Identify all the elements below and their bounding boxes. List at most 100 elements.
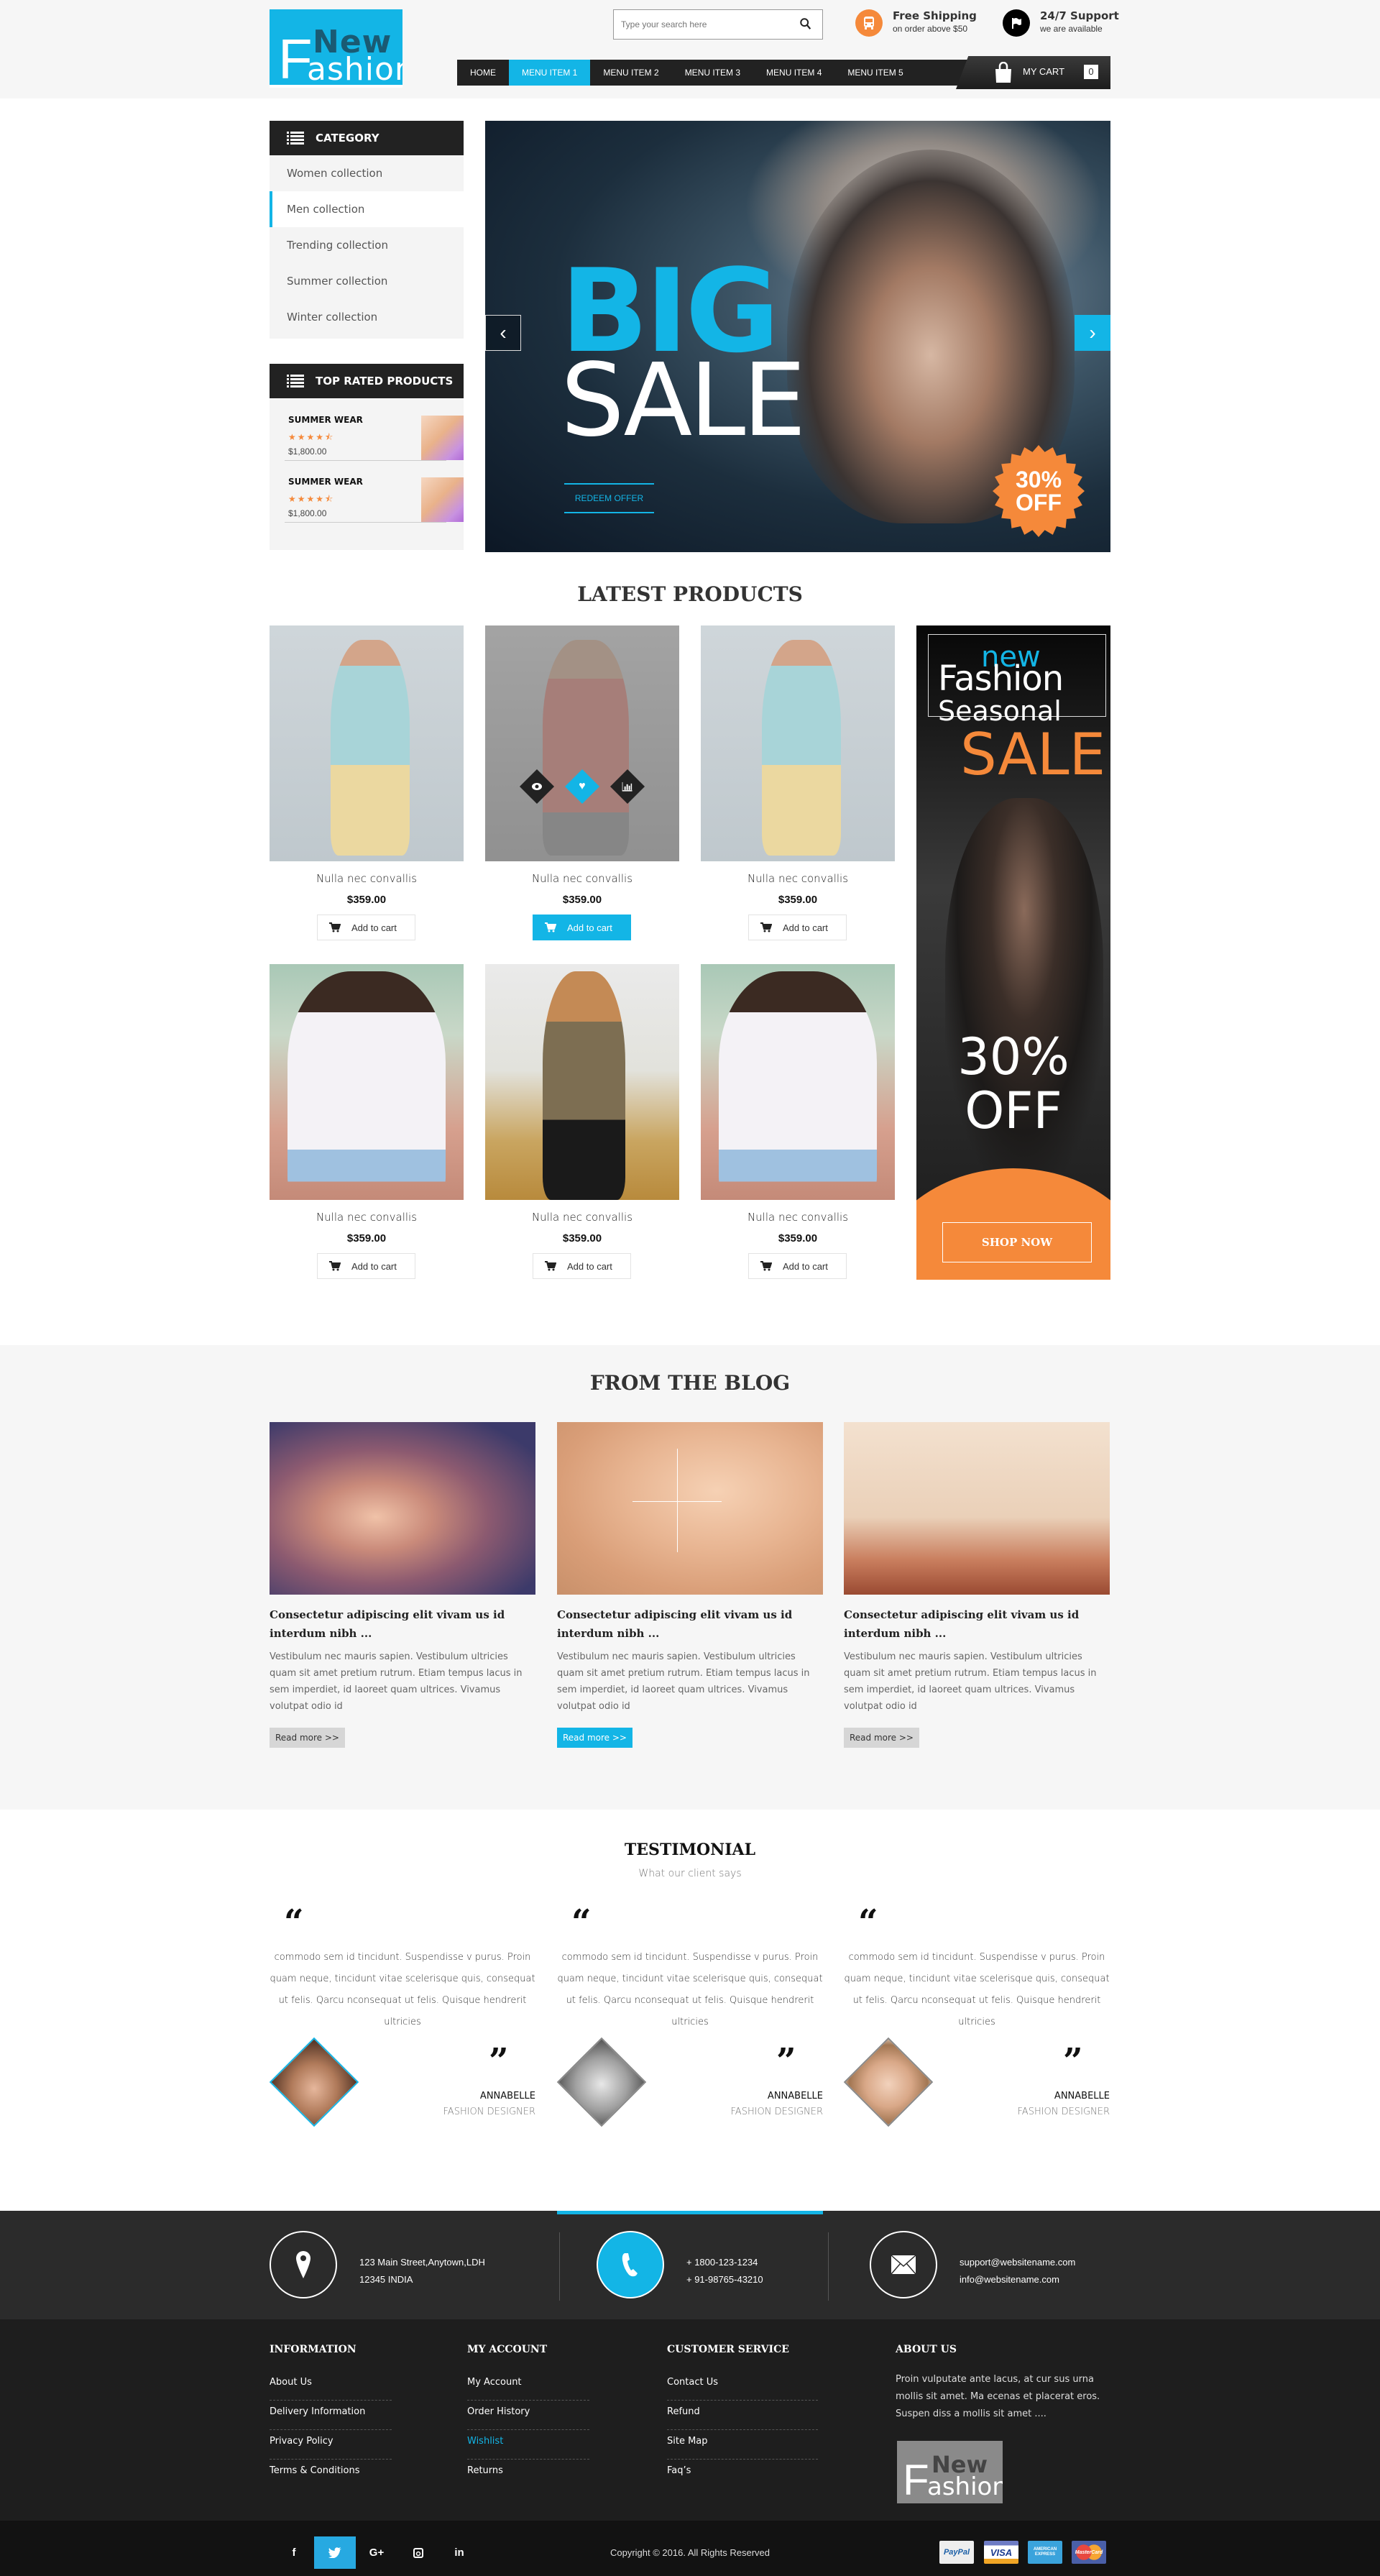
- product-image[interactable]: ♥: [485, 625, 679, 861]
- contact-accent-bar: [557, 2211, 823, 2214]
- add-to-cart-button[interactable]: Add to cart: [317, 1253, 415, 1279]
- blog-image[interactable]: [557, 1422, 823, 1595]
- list-icon: [287, 132, 304, 145]
- product-name[interactable]: Nulla nec convallis: [485, 872, 679, 885]
- footer-link-contact[interactable]: Contact Us: [667, 2371, 818, 2401]
- category-winter[interactable]: Winter collection: [270, 299, 464, 335]
- product-thumbnail[interactable]: [421, 416, 464, 460]
- footer-col-account: MY ACCOUNT My Account Order History Wish…: [467, 2344, 589, 2489]
- site-logo[interactable]: F New ashion: [270, 9, 402, 88]
- category-trending[interactable]: Trending collection: [270, 227, 464, 263]
- phone-line-2[interactable]: + 91-98765-43210: [686, 2274, 763, 2285]
- add-to-cart-button[interactable]: Add to cart: [317, 915, 415, 940]
- crosshair-v: [677, 1449, 678, 1552]
- product-name[interactable]: Nulla nec convallis: [270, 872, 464, 885]
- email-line-2[interactable]: info@websitename.com: [960, 2274, 1059, 2285]
- address-line-1: 123 Main Street,Anytown,LDH: [359, 2257, 485, 2268]
- top-rated-item[interactable]: SUMMER WEAR ★★★★⯪ $1,800.00: [285, 461, 464, 523]
- nav-menu-item-3[interactable]: MENU ITEM 3: [672, 60, 753, 86]
- cart-button[interactable]: MY CART 0: [956, 56, 1110, 89]
- category-men[interactable]: Men collection: [270, 191, 464, 227]
- top-rated-item[interactable]: SUMMER WEAR ★★★★⯪ $1,800.00: [285, 399, 464, 461]
- footer-link-about[interactable]: About Us: [270, 2371, 392, 2401]
- read-more-button[interactable]: Read more >>: [844, 1728, 919, 1748]
- product-card[interactable]: Nulla nec convallis $359.00 Add to cart: [485, 964, 679, 1279]
- product-card[interactable]: ♥ Nulla nec convallis $359.00 Add to car…: [485, 625, 679, 940]
- category-women[interactable]: Women collection: [270, 155, 464, 191]
- add-to-cart-button[interactable]: Add to cart: [533, 915, 631, 940]
- search-icon[interactable]: [799, 17, 812, 30]
- product-card[interactable]: Nulla nec convallis $359.00 Add to cart: [701, 964, 895, 1279]
- add-to-cart-button[interactable]: Add to cart: [748, 915, 847, 940]
- map-pin-icon: [270, 2231, 337, 2298]
- nav-menu-item-2[interactable]: MENU ITEM 2: [590, 60, 671, 86]
- testimonial-role: FASHION DESIGNER: [730, 2107, 823, 2117]
- product-name: SUMMER WEAR: [288, 415, 363, 425]
- blog-post-excerpt: Vestibulum nec mauris sapien. Vestibulum…: [844, 1651, 1097, 1712]
- top-rated-list: SUMMER WEAR ★★★★⯪ $1,800.00 SUMMER WEAR …: [270, 399, 464, 550]
- blog-image[interactable]: [844, 1422, 1110, 1595]
- list-icon: [287, 375, 304, 388]
- slider-prev-button[interactable]: ‹: [485, 315, 521, 351]
- footer-link-terms[interactable]: Terms & Conditions: [270, 2460, 392, 2489]
- shop-now-button[interactable]: SHOP NOW: [942, 1222, 1092, 1262]
- open-quote-icon: “: [284, 1902, 304, 1943]
- phone-line-1[interactable]: + 1800-123-1234: [686, 2257, 758, 2268]
- testimonial-name: ANNABELLE: [767, 2091, 823, 2101]
- testimonial-name: ANNABELLE: [479, 2091, 535, 2101]
- product-name[interactable]: Nulla nec convallis: [701, 872, 895, 885]
- testimonial-role: FASHION DESIGNER: [1017, 2107, 1110, 2117]
- footer-link-faqs[interactable]: Faq’s: [667, 2460, 818, 2489]
- footer-link-returns[interactable]: Returns: [467, 2460, 589, 2489]
- amex-icon: AMERICAN EXPRESS: [1028, 2541, 1062, 2564]
- open-quote-icon: “: [571, 1902, 592, 1943]
- blog-post-title[interactable]: Consectetur adipiscing elit vivam us id …: [844, 1605, 1110, 1643]
- footer-link-delivery[interactable]: Delivery Information: [270, 2401, 392, 2430]
- product-card[interactable]: Nulla nec convallis $359.00 Add to cart: [270, 964, 464, 1279]
- product-name[interactable]: Nulla nec convallis: [485, 1211, 679, 1224]
- divider: [559, 2232, 560, 2301]
- cart-icon: [760, 922, 772, 932]
- product-card[interactable]: Nulla nec convallis $359.00 Add to cart: [701, 625, 895, 940]
- read-more-button[interactable]: Read more >>: [270, 1728, 345, 1748]
- footer-link-order-history[interactable]: Order History: [467, 2401, 589, 2430]
- product-image[interactable]: [270, 964, 464, 1200]
- category-summer[interactable]: Summer collection: [270, 263, 464, 299]
- nav-menu-item-4[interactable]: MENU ITEM 4: [753, 60, 834, 86]
- footer-link-privacy[interactable]: Privacy Policy: [270, 2430, 392, 2460]
- footer-link-wishlist[interactable]: Wishlist: [467, 2430, 589, 2460]
- avatar-photo: [843, 2038, 934, 2127]
- address-line-2: 12345 INDIA: [359, 2274, 413, 2285]
- add-to-cart-button[interactable]: Add to cart: [748, 1253, 847, 1279]
- blog-post: Consectetur adipiscing elit vivam us id …: [844, 1422, 1110, 1748]
- nav-menu-item-5[interactable]: MENU ITEM 5: [834, 60, 916, 86]
- cart-icon: [545, 1261, 556, 1271]
- testimonial-role: FASHION DESIGNER: [443, 2107, 535, 2117]
- blog-post-title[interactable]: Consectetur adipiscing elit vivam us id …: [270, 1605, 535, 1643]
- footer-link-refund[interactable]: Refund: [667, 2401, 818, 2430]
- footer-link-my-account[interactable]: My Account: [467, 2371, 589, 2401]
- nav-home[interactable]: HOME: [457, 60, 509, 86]
- feature-subtitle: we are available: [1040, 24, 1103, 34]
- product-image[interactable]: [270, 625, 464, 861]
- read-more-button[interactable]: Read more >>: [557, 1728, 632, 1748]
- product-thumbnail[interactable]: [421, 477, 464, 522]
- footer-link-sitemap[interactable]: Site Map: [667, 2430, 818, 2460]
- email-line-1[interactable]: support@websitename.com: [960, 2257, 1075, 2268]
- product-card[interactable]: Nulla nec convallis $359.00 Add to cart: [270, 625, 464, 940]
- product-image[interactable]: [701, 625, 895, 861]
- product-name[interactable]: Nulla nec convallis: [270, 1211, 464, 1224]
- add-to-cart-button[interactable]: Add to cart: [533, 1253, 631, 1279]
- eye-icon: [532, 783, 542, 790]
- footer-logo[interactable]: F New ashion: [897, 2441, 1003, 2503]
- search-input[interactable]: [614, 10, 786, 39]
- nav-menu-item-1[interactable]: MENU ITEM 1: [509, 60, 591, 86]
- redeem-offer-button[interactable]: REDEEM OFFER: [564, 483, 654, 513]
- cart-count-badge: 0: [1084, 65, 1098, 79]
- slider-next-button[interactable]: ›: [1075, 315, 1110, 351]
- blog-image[interactable]: [270, 1422, 535, 1595]
- blog-post-title[interactable]: Consectetur adipiscing elit vivam us id …: [557, 1605, 823, 1643]
- product-image[interactable]: [485, 964, 679, 1200]
- product-image[interactable]: [701, 964, 895, 1200]
- product-name[interactable]: Nulla nec convallis: [701, 1211, 895, 1224]
